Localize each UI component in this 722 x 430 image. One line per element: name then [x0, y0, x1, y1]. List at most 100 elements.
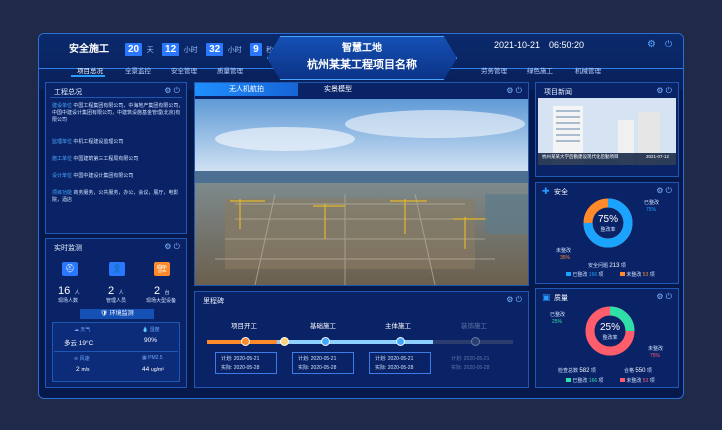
panel-tools: ⚙ ⏻: [164, 86, 180, 96]
power-icon[interactable]: ⏻: [666, 292, 672, 301]
dashboard-frame: 安全施工 20 天 12 小时 32 小时 9 秒 智慧工地 杭州某某工程项目名…: [38, 33, 684, 399]
power-icon[interactable]: ⏻: [666, 186, 672, 195]
settings-icon[interactable]: ⚙: [506, 295, 513, 304]
panel-title: 实时监测: [54, 245, 82, 252]
panel-tools: ⚙ ⏻: [164, 242, 180, 252]
nav-panorama[interactable]: 全景监控: [125, 65, 151, 75]
panel-title: 质量: [554, 295, 568, 302]
quality-total: 检查总数 582 项: [558, 368, 596, 374]
monitor-panel: 实时监测 ⚙ ⏻ ⛑ 👤 🏗 16 人 2 人 2 台 现场人数 管理人员 现场…: [45, 238, 187, 388]
video-panel: 无人机航拍 实景模型 ⚙ ⏻: [194, 82, 529, 286]
nav-quality[interactable]: 质量管理: [217, 65, 243, 75]
settings-icon[interactable]: ⚙: [506, 86, 513, 95]
milestone-node: [396, 337, 405, 346]
milestone-panel: 里程碑 ⚙ ⏻ 项目开工 基础施工 主体施工 装饰施工 计划: 2020-05-…: [194, 291, 529, 388]
settings-icon[interactable]: ⚙: [656, 86, 663, 95]
safety-center-label: 整改率: [600, 227, 616, 233]
aerial-image: [195, 99, 528, 285]
milestone-node: [241, 337, 250, 346]
overview-panel: 工程总况 ⚙ ⏻ 建设单位 中国工程集团有限公司，中海地产集团有限公司，中国中建…: [45, 82, 187, 234]
milestone-node: [321, 337, 330, 346]
aerial-photo: [195, 99, 528, 285]
power-icon[interactable]: ⏻: [174, 86, 180, 95]
wind-value: 2 m/s: [76, 366, 90, 373]
wind-label: ≋ 风速: [74, 356, 90, 362]
counter-seconds: 9: [250, 43, 262, 56]
nav-overview[interactable]: 项目总况: [77, 65, 103, 75]
settings-icon[interactable]: ⚙: [647, 39, 656, 50]
tab-model[interactable]: 实景模型: [298, 83, 378, 96]
panel-tools: ⚙ ⏻: [506, 86, 522, 96]
panel-title: 里程碑: [203, 298, 224, 305]
settings-icon[interactable]: ⚙: [656, 186, 663, 195]
news-panel: 项目新闻 ⚙ ⏻ 杭州某某大学后勤建设现代化后勤项目 2021-07-12: [535, 82, 679, 177]
legend-done: 已整改 166 项: [566, 271, 604, 278]
undone-label: 未整改: [648, 346, 664, 352]
quality-percent: 25%: [599, 322, 620, 333]
milestone-name: 主体施工: [385, 323, 411, 330]
pm-label: ▦ PM2.5: [142, 355, 163, 361]
humidity-value: 90%: [144, 337, 158, 344]
quality-pass: 合格 550 项: [624, 368, 652, 374]
stat-label: 现场人数: [58, 298, 79, 304]
counter-days: 20: [125, 43, 143, 56]
counter-minutes: 32: [206, 43, 224, 56]
undone-label: 未整改: [556, 248, 572, 254]
tab-drone[interactable]: 无人机航拍: [195, 83, 298, 96]
safety-percent: 75%: [597, 214, 618, 225]
settings-icon[interactable]: ⚙: [656, 292, 663, 301]
settings-icon[interactable]: ⚙: [164, 86, 171, 95]
env-title: 🛡 环境监测: [80, 309, 154, 319]
pm-value: 44 ug/m³: [142, 366, 164, 373]
header-left-title: 安全施工: [69, 44, 109, 55]
safety-panel: ✚ 安全 ⚙ ⏻ 75% 整改率 已整改 75% 未整改 35% 安全问题 21…: [535, 182, 679, 284]
stat-label: 管理人员: [106, 298, 127, 304]
legend-done: 已整改 166 项: [566, 377, 604, 384]
undone-pct: 35%: [560, 255, 571, 261]
crane-icon: 🏗: [154, 262, 170, 276]
env-grid: [52, 322, 180, 382]
panel-tools: ⚙ ⏻: [656, 86, 672, 96]
header-time: 06:50:20: [549, 40, 585, 50]
nav-active-underline: [71, 75, 105, 77]
undone-pct: 75%: [650, 353, 661, 359]
quality-center-label: 整改率: [602, 335, 618, 341]
panel-tools: ⚙ ⏻: [656, 292, 672, 302]
countdown: 20 天 12 小时 32 小时 9 秒: [125, 39, 273, 57]
weather-label: ☁ 天气: [74, 327, 91, 333]
power-icon[interactable]: ⏻: [516, 86, 522, 95]
milestone-name: 装饰施工: [461, 323, 487, 330]
milestone-node: [471, 337, 480, 346]
weather-value: 多云 19°C: [64, 340, 94, 347]
news-date: 2021-07-12: [646, 154, 670, 159]
overview-row: 项目功能 商务服务，公共服务，办公，会议，展厅，电影院，酒店: [52, 190, 179, 203]
power-icon[interactable]: ⏻: [666, 86, 672, 95]
news-caption[interactable]: 杭州某某大学后勤建设现代化后勤项目: [542, 154, 619, 160]
nav-labor[interactable]: 劳务管理: [481, 65, 507, 75]
quality-panel: ▣ 质量 ⚙ ⏻ 25% 整改率 已整改 25% 未整改 75% 检查总数 58…: [535, 288, 679, 388]
legend-undone: 未整改 53 项: [620, 271, 655, 278]
nav-safety[interactable]: 安全管理: [171, 65, 197, 75]
manager-icon: 👤: [109, 262, 125, 276]
power-icon[interactable]: ⏻: [174, 242, 180, 251]
quality-icon: ▣: [542, 292, 551, 302]
nav-green[interactable]: 绿色施工: [527, 65, 553, 75]
nav-machinery[interactable]: 机械管理: [575, 65, 601, 75]
project-title: 杭州某某工程项目名称: [307, 59, 417, 71]
panel-tools: ⚙ ⏻: [656, 186, 672, 196]
panel-title: 项目新闻: [544, 89, 572, 96]
panel-title: 安全: [554, 189, 568, 196]
header-date: 2021-10-21: [494, 40, 541, 50]
milestone-name: 项目开工: [231, 323, 257, 330]
power-icon[interactable]: ⏻: [665, 39, 672, 50]
counter-hours: 12: [162, 43, 180, 56]
overview-row: 施工单位 中国建筑第三工程局有限公司: [52, 156, 139, 162]
settings-icon[interactable]: ⚙: [164, 242, 171, 251]
power-icon[interactable]: ⏻: [516, 295, 522, 304]
milestone-name: 基础施工: [310, 323, 336, 330]
progress-segment-done: [277, 340, 433, 344]
overview-row: 建设单位 中国工程集团有限公司，中海地产集团有限公司，中国中建设计集团有限公司，…: [52, 103, 184, 123]
title-line1: 智慧工地: [342, 43, 382, 54]
done-label: 已整改: [550, 312, 566, 318]
worker-icon: ⛑: [62, 262, 78, 276]
